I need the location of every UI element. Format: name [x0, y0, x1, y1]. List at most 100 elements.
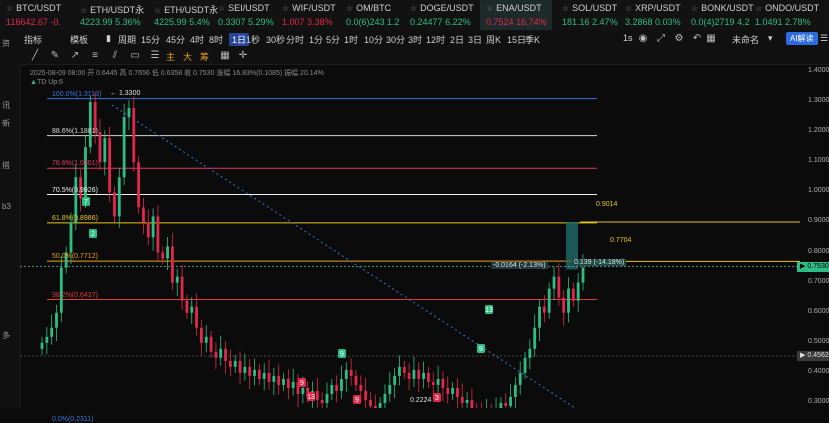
interval-13[interactable]: 3时	[408, 33, 422, 46]
ticker-symbol: ☆ SOL/USDT	[562, 3, 617, 13]
fullscreen-icon[interactable]: ⤢	[656, 34, 666, 44]
ticker-seiusdt[interactable]: ☆ SEI/USDT 0.3307 5.29%	[212, 0, 284, 30]
parallel-tool-icon[interactable]: ⫽	[110, 51, 120, 61]
camera-icon[interactable]: ◉	[638, 34, 648, 44]
ray-tool-icon[interactable]: ↗	[70, 51, 80, 61]
star-icon[interactable]: ☆	[6, 4, 13, 13]
settings-icon[interactable]: ⚙	[674, 34, 684, 44]
ticker-wifusdt[interactable]: ☆ WIF/USDT 1.007 3.38%	[276, 0, 348, 30]
interval-1[interactable]: 45分	[166, 33, 185, 46]
interval-7[interactable]: 分时	[286, 33, 304, 46]
interval-18[interactable]: 15日	[507, 33, 526, 46]
ticker-change: 4.2	[737, 17, 750, 27]
star-icon[interactable]: ☆	[346, 4, 353, 13]
candle-body	[349, 369, 353, 376]
layout-icon[interactable]: ▦	[706, 34, 716, 44]
candle-body	[98, 132, 102, 163]
candle-body	[214, 351, 218, 358]
rectangle-tool-icon[interactable]: ▭	[130, 51, 140, 61]
td-marker-label: 9	[355, 397, 359, 404]
ticker-change: 6.22%	[445, 17, 471, 27]
sidebar-item[interactable]: 资	[2, 38, 10, 49]
star-icon[interactable]: ☆	[755, 4, 762, 13]
star-icon[interactable]: ☆	[282, 4, 289, 13]
star-icon[interactable]: ☆	[486, 4, 493, 13]
interval-14[interactable]: 12时	[426, 33, 445, 46]
templates-button[interactable]: 模板	[70, 33, 88, 46]
star-icon[interactable]: ☆	[691, 4, 698, 13]
star-icon[interactable]: ☆	[562, 4, 569, 13]
chart-type-icon[interactable]: ▮	[106, 33, 111, 44]
target1-label: 0.9014	[596, 201, 618, 208]
grid-tool-icon[interactable]: ▦	[220, 51, 230, 61]
interval-10[interactable]: 1时	[344, 33, 358, 46]
ticker-btcusdt[interactable]: ☆ BTC/USDT 116642.67 -0.	[0, 0, 72, 30]
ticker-solusdt[interactable]: ☆ SOL/USDT 181.16 2.47%	[556, 0, 628, 30]
ticker-symbol: ☆ BONK/USDT	[691, 3, 754, 13]
ticker-enausdt[interactable]: ☆ ENA/USDT 0.7524 16.74%	[480, 0, 552, 30]
ticker-change: 2.47%	[592, 17, 618, 27]
interval-15[interactable]: 2日	[450, 33, 464, 46]
left-sidebar: 资讯新搭 b3 多	[0, 30, 21, 408]
interval-16[interactable]: 3日	[468, 33, 482, 46]
sidebar-item[interactable]: 多	[2, 330, 10, 341]
indicators-button[interactable]: 指标	[24, 33, 42, 46]
sidebar-item[interactable]: 讯	[2, 100, 10, 111]
y-axis-label: 1.0000	[808, 187, 829, 195]
seconds-toggle[interactable]: 1s	[623, 33, 633, 43]
more-icon[interactable]: ☰	[820, 33, 828, 44]
candle-body	[470, 399, 474, 408]
big-order-button[interactable]: 大	[183, 50, 192, 63]
star-icon[interactable]: ☆	[410, 4, 417, 13]
candle-body	[513, 384, 517, 397]
candle-body	[427, 372, 430, 382]
ticker-ombtc[interactable]: ☆ OM/BTC 0.0(6)243 1.2	[340, 0, 412, 30]
period-button[interactable]: 周期	[118, 33, 136, 46]
sidebar-item[interactable]: 新	[2, 118, 10, 129]
interval-12[interactable]: 30分	[386, 33, 405, 46]
layout-name[interactable]: 未命名	[732, 33, 759, 46]
ticker-dogeusdt[interactable]: ☆ DOGE/USDT 0.24477 6.22%	[404, 0, 476, 30]
candle-body	[45, 336, 49, 343]
fib-tool-icon[interactable]: ☰	[150, 51, 160, 61]
channel-tool-icon[interactable]: ≡	[90, 51, 100, 61]
ticker-ethusdt[interactable]: ☆ ETH/USDT永 4225.99 5.4%	[148, 0, 220, 30]
star-icon[interactable]: ☆	[154, 6, 161, 15]
ticker-bonkusdt[interactable]: ☆ BONK/USDT 0.0(4)2719 4.2	[685, 0, 757, 30]
interval-9[interactable]: 5分	[326, 33, 340, 46]
interval-5[interactable]: 1秒	[246, 33, 260, 46]
chevron-down-icon[interactable]: ▾	[768, 33, 773, 44]
candle-body	[161, 252, 165, 259]
ticker-ethusdt[interactable]: ☆ ETH/USDT永 4223.99 5.36%	[74, 0, 146, 30]
interval-2[interactable]: 4时	[190, 33, 204, 46]
candle-body	[398, 366, 401, 376]
candle-body	[441, 378, 445, 388]
candle-body	[465, 399, 469, 403]
sidebar-item[interactable]: b3	[2, 202, 11, 211]
undo-icon[interactable]: ↶	[692, 34, 702, 44]
interval-8[interactable]: 1分	[309, 33, 323, 46]
interval-17[interactable]: 周K	[486, 33, 501, 46]
ticker-xrpusdt[interactable]: ☆ XRP/USDT 3.2868 0.03%	[619, 0, 691, 30]
star-icon[interactable]: ☆	[80, 6, 87, 15]
brush-tool-icon[interactable]: ✎	[50, 51, 60, 61]
ticker-price-value: 1.0491	[755, 17, 783, 27]
sidebar-item[interactable]: 搭	[2, 160, 10, 171]
star-icon[interactable]: ☆	[625, 4, 632, 13]
main-force-button[interactable]: 主	[166, 50, 175, 63]
interval-19[interactable]: 季K	[525, 33, 540, 46]
candle-body	[393, 375, 397, 385]
interval-11[interactable]: 10分	[364, 33, 383, 46]
ticker-ondousdt[interactable]: ☆ ONDO/USDT 1.0491 2.78%	[749, 0, 821, 30]
star-icon[interactable]: ☆	[218, 4, 225, 13]
line-tool-icon[interactable]: ╱	[30, 51, 40, 61]
interval-0[interactable]: 15分	[141, 33, 160, 46]
candlestick-chart[interactable]: 279913 9 3913	[20, 64, 829, 408]
td-marker-label: 2	[91, 231, 95, 238]
chips-button[interactable]: 筹	[200, 50, 209, 63]
interval-6[interactable]: 30秒	[266, 33, 285, 46]
ai-analysis-button[interactable]: AI解读	[786, 32, 818, 45]
cursor-tool-icon[interactable]: ✛	[238, 51, 248, 61]
ticker-symbol: ☆ OM/BTC	[346, 3, 391, 13]
interval-3[interactable]: 8时	[209, 33, 223, 46]
